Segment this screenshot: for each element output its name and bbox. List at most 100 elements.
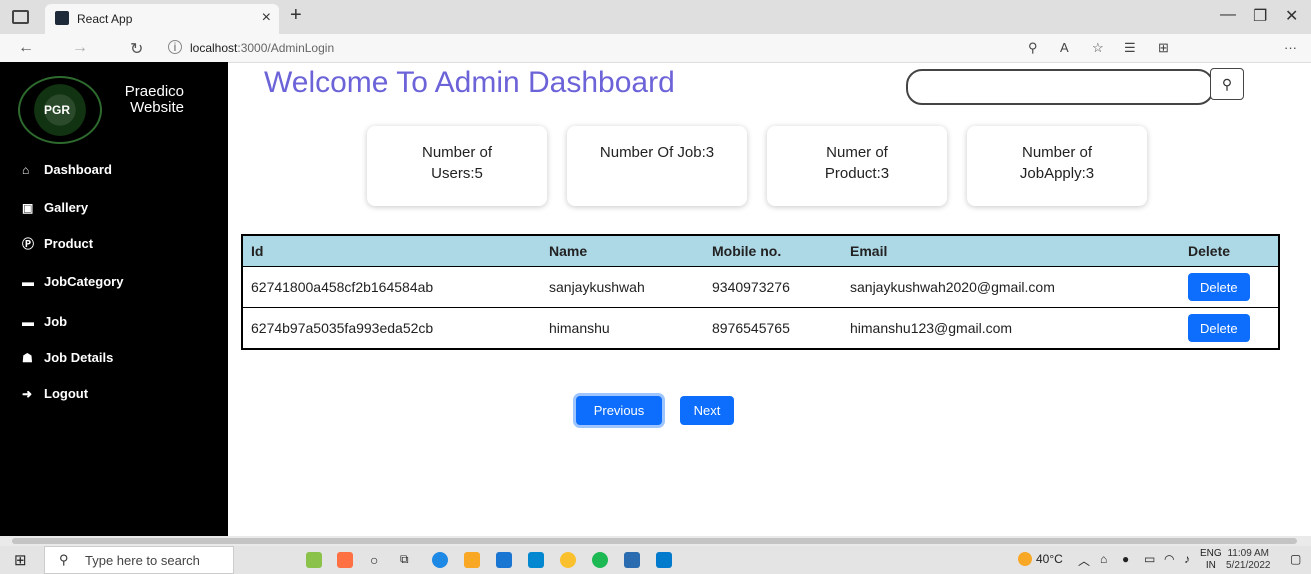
cell-email: sanjaykushwah2020@gmail.com	[842, 266, 1180, 308]
refresh-icon[interactable]: ↻	[130, 39, 143, 59]
windows-start-icon[interactable]: ⊞	[14, 551, 27, 569]
vscode-icon[interactable]	[656, 552, 672, 568]
cell-mobile: 8976545765	[712, 320, 790, 336]
read-aloud-icon[interactable]: A	[1060, 40, 1069, 55]
weather-temp[interactable]: 40°C	[1036, 552, 1063, 566]
sidebar-item-product[interactable]: Ⓟ Product	[22, 235, 93, 252]
sidebar-item-label: JobCategory	[44, 274, 124, 289]
favorite-add-icon[interactable]: ☆	[1092, 40, 1104, 56]
favorites-icon[interactable]: ☰	[1124, 40, 1136, 56]
sidebar-item-logout[interactable]: ➜ Logout	[22, 386, 88, 401]
lang-line1: ENG	[1200, 548, 1222, 559]
stat-card-users: Number of Users:5	[367, 126, 547, 206]
new-tab-icon[interactable]: +	[290, 4, 302, 27]
table-row: 62741800a458cf2b164584ab sanjaykushwah 9…	[242, 266, 1279, 308]
minimize-icon[interactable]: —	[1220, 6, 1236, 24]
restore-icon[interactable]: ❐	[1253, 6, 1267, 26]
column-header-name: Name	[541, 235, 704, 267]
sidebar-item-label: Product	[44, 236, 94, 251]
logout-icon: ➜	[22, 386, 33, 401]
cell-name: sanjaykushwah	[541, 266, 704, 308]
file-explorer-icon[interactable]	[464, 552, 480, 568]
stat-card-line1: Numer of	[826, 144, 888, 161]
window-close-icon[interactable]: ✕	[1285, 6, 1298, 26]
sidebar-item-job-details[interactable]: ☗ Job Details	[22, 350, 113, 365]
windows-taskbar: ⊞ ⚲ Type here to search ○ ⧉ 40°C ︿ ⌂ ● ▭…	[0, 546, 1311, 574]
table-header-row: Id Name Mobile no. Email Delete	[242, 235, 1279, 267]
app-icon[interactable]	[337, 552, 353, 568]
weather-icon[interactable]	[1018, 552, 1032, 566]
network-icon[interactable]: ⌂	[1100, 552, 1107, 566]
spotify-icon[interactable]	[592, 552, 608, 568]
column-header-delete: Delete	[1180, 235, 1279, 267]
language-indicator[interactable]: ENG IN	[1200, 548, 1222, 572]
more-menu-icon[interactable]: ···	[1284, 40, 1297, 55]
search-button[interactable]: ⚲	[1210, 68, 1244, 100]
sidebar-item-dashboard[interactable]: ⌂ Dashboard	[22, 162, 112, 177]
back-icon[interactable]: ←	[18, 39, 34, 57]
page-title: Welcome To Admin Dashboard	[264, 66, 675, 99]
stat-card-line1: Number Of Job:3	[599, 144, 715, 161]
react-favicon-icon	[55, 11, 69, 25]
mail-icon[interactable]	[528, 552, 544, 568]
photos-icon[interactable]	[624, 552, 640, 568]
search-icon: ⚲	[59, 552, 69, 567]
sidebar-item-job[interactable]: ▬ Job	[22, 314, 67, 329]
url-path: :3000/AdminLogin	[237, 41, 335, 55]
table-row: 6274b97a5035fa993eda52cb himanshu 897654…	[242, 308, 1279, 350]
brand-name: Praedico Website	[104, 84, 184, 116]
brand-line2: Website	[130, 99, 184, 116]
stat-card-jobapply: Number of JobApply:3	[967, 126, 1147, 206]
tab-actions-icon[interactable]	[12, 10, 29, 24]
sidebar-item-label: Job	[44, 314, 68, 329]
tab-close-icon[interactable]: ×	[262, 9, 271, 27]
app-icon[interactable]	[306, 552, 322, 568]
stat-card-line2: Product:3	[824, 165, 890, 182]
cell-action: Delete	[1180, 266, 1279, 308]
next-button[interactable]: Next	[680, 396, 734, 425]
horizontal-scrollbar[interactable]	[0, 536, 1311, 546]
stat-card-line1: Number of	[421, 144, 493, 161]
browser-tab[interactable]: React App ×	[45, 4, 279, 34]
stat-card-line2: Users:5	[431, 165, 483, 182]
previous-button[interactable]: Previous	[576, 396, 662, 425]
taskbar-search-placeholder: Type here to search	[85, 553, 200, 568]
sidebar-item-label: Gallery	[44, 200, 89, 215]
forward-icon[interactable]: →	[72, 39, 88, 57]
delete-button[interactable]: Delete	[1188, 314, 1250, 342]
delete-button[interactable]: Delete	[1188, 273, 1250, 301]
column-header-email: Email	[842, 235, 1180, 267]
edge-icon[interactable]	[432, 552, 448, 568]
cell-action: Delete	[1180, 308, 1279, 350]
notifications-icon[interactable]: ▢	[1290, 552, 1301, 566]
clock-date: 5/21/2022	[1226, 560, 1271, 571]
taskbar-search[interactable]: ⚲ Type here to search	[44, 546, 234, 574]
wifi-icon[interactable]: ◠	[1164, 552, 1174, 566]
site-info-icon[interactable]: i	[168, 40, 182, 54]
chrome-icon[interactable]	[560, 552, 576, 568]
sidebar-item-gallery[interactable]: ▣ Gallery	[22, 200, 88, 215]
battery-icon[interactable]: ▭	[1144, 552, 1155, 566]
url-field[interactable]: localhost:3000/AdminLogin	[190, 41, 334, 55]
scrollbar-thumb[interactable]	[12, 538, 1297, 544]
clock[interactable]: 11:09 AM 5/21/2022	[1226, 548, 1271, 572]
cell-email: himanshu123@gmail.com	[850, 320, 1013, 336]
cell-name: himanshu	[549, 320, 610, 336]
volume-icon[interactable]: ♪	[1184, 552, 1190, 566]
task-view-icon[interactable]: ⧉	[400, 552, 409, 567]
product-p-icon: Ⓟ	[22, 237, 35, 251]
mic-icon[interactable]: ●	[1122, 552, 1129, 566]
cortana-icon[interactable]: ○	[370, 552, 378, 568]
key-icon[interactable]: ⚲	[1028, 40, 1038, 56]
logo-mark: PGR	[44, 103, 71, 117]
show-hidden-icons-icon[interactable]: ︿	[1078, 552, 1090, 569]
sidebar-item-jobcategory[interactable]: ▬ JobCategory	[22, 274, 123, 289]
lang-line2: IN	[1205, 560, 1216, 571]
stat-card-jobs: Number Of Job:3	[567, 126, 747, 206]
briefcase-icon: ▬	[22, 314, 34, 329]
home-icon: ⌂	[22, 162, 30, 177]
collections-icon[interactable]: ⊞	[1158, 40, 1169, 56]
tab-title: React App	[77, 12, 133, 26]
search-input[interactable]	[906, 69, 1214, 105]
store-icon[interactable]	[496, 552, 512, 568]
